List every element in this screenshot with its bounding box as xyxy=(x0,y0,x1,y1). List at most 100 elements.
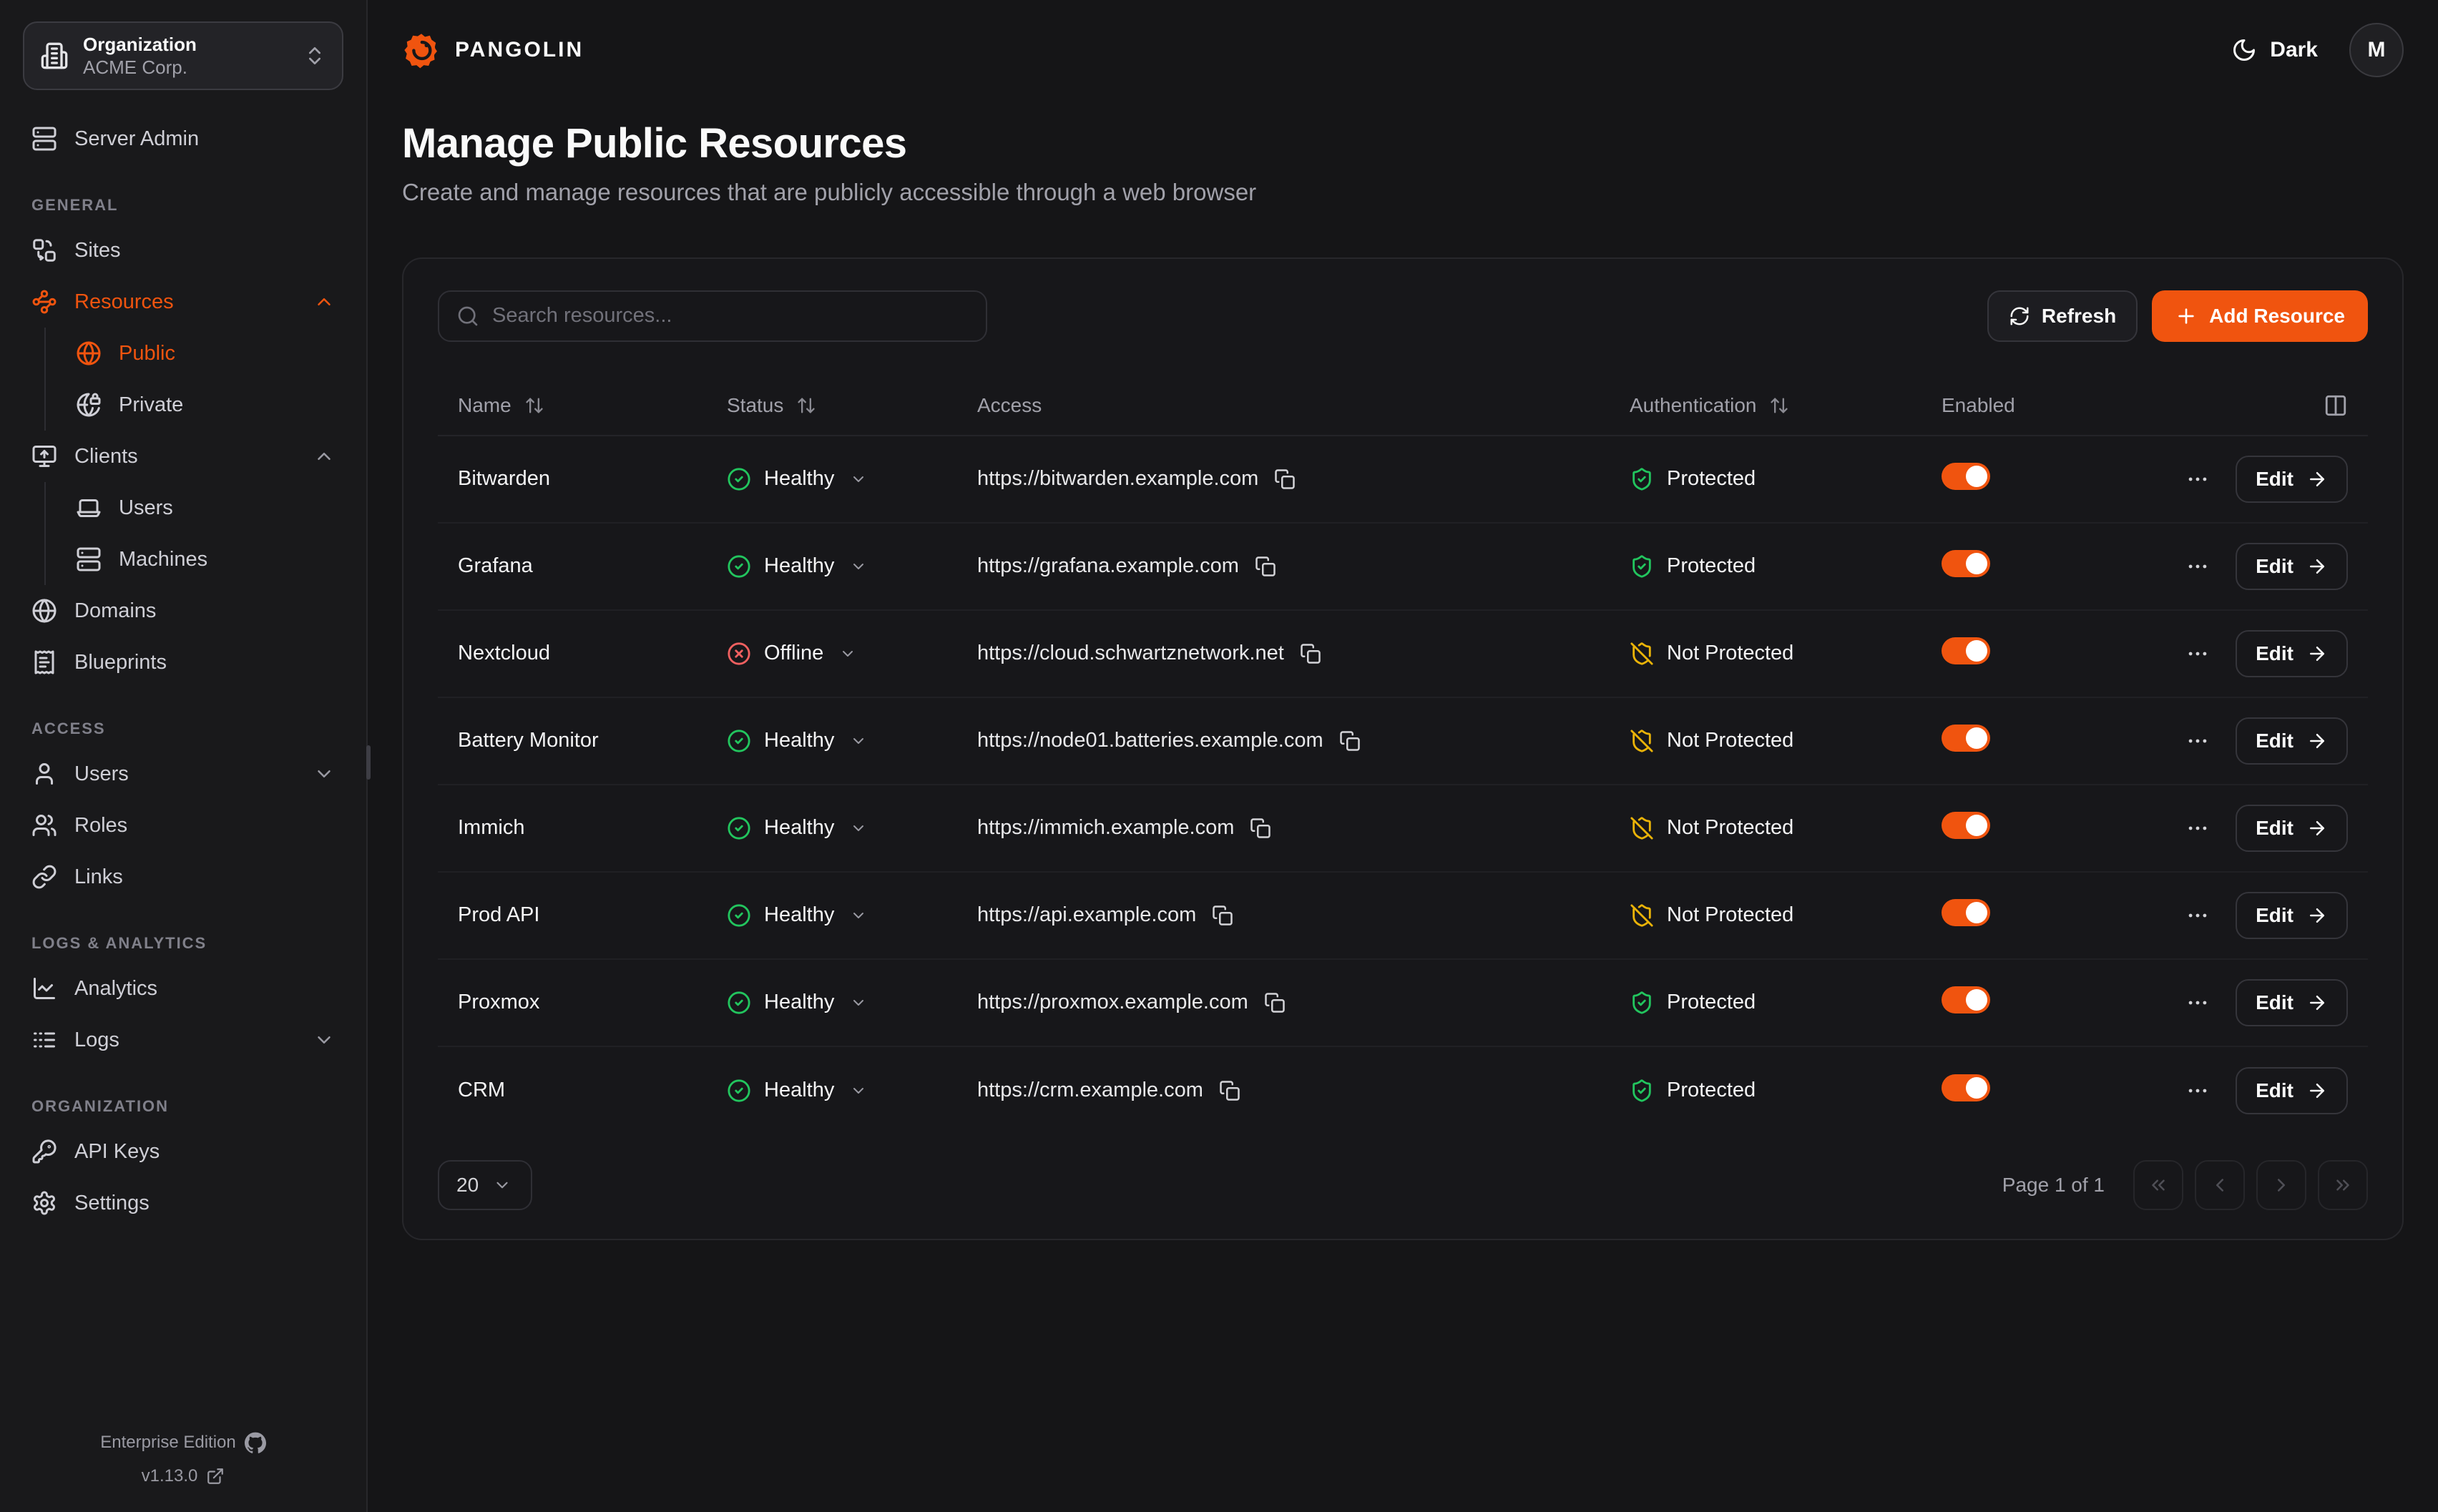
enabled-toggle[interactable] xyxy=(1942,812,1990,839)
resource-url[interactable]: https://crm.example.com xyxy=(977,1079,1203,1102)
header-status[interactable]: Status xyxy=(727,394,977,417)
table-row: CRM Healthy https://crm.example.com Prot… xyxy=(438,1047,2368,1134)
sidebar-item-logs[interactable]: Logs xyxy=(23,1014,343,1066)
topbar: PANGOLIN Dark M xyxy=(402,0,2404,100)
status-label: Healthy xyxy=(764,729,834,752)
enabled-toggle[interactable] xyxy=(1942,463,1990,490)
copy-url-button[interactable] xyxy=(1255,556,1276,577)
edit-button[interactable]: Edit xyxy=(2236,717,2348,765)
enabled-toggle[interactable] xyxy=(1942,899,1990,926)
globe-lock-icon xyxy=(76,392,102,418)
sidebar-item-analytics[interactable]: Analytics xyxy=(23,963,343,1014)
brand[interactable]: PANGOLIN xyxy=(402,31,584,69)
edit-button[interactable]: Edit xyxy=(2236,892,2348,939)
next-page-button[interactable] xyxy=(2256,1160,2306,1210)
header-authentication[interactable]: Authentication xyxy=(1630,394,1942,417)
sidebar-item-users[interactable]: Users xyxy=(23,748,343,800)
edit-button[interactable]: Edit xyxy=(2236,456,2348,503)
copy-url-button[interactable] xyxy=(1300,643,1321,664)
resource-url[interactable]: https://proxmox.example.com xyxy=(977,991,1248,1014)
sidebar-item-settings[interactable]: Settings xyxy=(23,1177,343,1229)
sidebar-item-domains[interactable]: Domains xyxy=(23,585,343,637)
globe-icon xyxy=(76,340,102,366)
circle-x-icon xyxy=(727,642,751,666)
status-label: Healthy xyxy=(764,991,834,1014)
copy-url-button[interactable] xyxy=(1264,992,1286,1013)
page-size-select[interactable]: 20 xyxy=(438,1160,532,1210)
row-menu-button[interactable] xyxy=(2183,1079,2213,1103)
sidebar-item-machines[interactable]: Machines xyxy=(67,534,343,585)
resource-url[interactable]: https://immich.example.com xyxy=(977,816,1234,840)
enabled-toggle[interactable] xyxy=(1942,1074,1990,1101)
resource-url[interactable]: https://cloud.schwartznetwork.net xyxy=(977,642,1284,665)
edit-button[interactable]: Edit xyxy=(2236,630,2348,677)
row-menu-button[interactable] xyxy=(2183,729,2213,753)
edit-button[interactable]: Edit xyxy=(2236,1067,2348,1114)
edit-button[interactable]: Edit xyxy=(2236,805,2348,852)
status-cell[interactable]: Healthy xyxy=(727,816,977,840)
search-input[interactable] xyxy=(492,304,969,328)
edit-button[interactable]: Edit xyxy=(2236,979,2348,1026)
columns-icon[interactable] xyxy=(2324,393,2348,418)
enabled-toggle[interactable] xyxy=(1942,637,1990,664)
row-menu-button[interactable] xyxy=(2183,816,2213,840)
status-cell[interactable]: Healthy xyxy=(727,467,977,491)
sidebar-item-sites[interactable]: Sites xyxy=(23,225,343,276)
theme-label: Dark xyxy=(2270,38,2318,62)
sidebar-item-public[interactable]: Public xyxy=(67,328,343,379)
resource-url[interactable]: https://node01.batteries.example.com xyxy=(977,729,1323,752)
row-menu-button[interactable] xyxy=(2183,554,2213,579)
header-name[interactable]: Name xyxy=(458,394,727,417)
copy-url-button[interactable] xyxy=(1219,1080,1240,1101)
sidebar-item-api-keys[interactable]: API Keys xyxy=(23,1126,343,1177)
copy-url-button[interactable] xyxy=(1250,818,1271,839)
theme-toggle-button[interactable]: Dark xyxy=(2231,37,2318,63)
row-menu-button[interactable] xyxy=(2183,467,2213,491)
sidebar-item-resources[interactable]: Resources xyxy=(23,276,343,328)
row-menu-button[interactable] xyxy=(2183,991,2213,1015)
org-selector[interactable]: Organization ACME Corp. xyxy=(23,21,343,90)
status-label: Healthy xyxy=(764,903,834,927)
table-header-row: Name Status Access Authentication xyxy=(438,376,2368,436)
sidebar-scrollbar-thumb[interactable] xyxy=(366,745,371,780)
status-cell[interactable]: Healthy xyxy=(727,903,977,928)
sidebar-item-clients-users[interactable]: Users xyxy=(67,482,343,534)
resource-name: Battery Monitor xyxy=(458,729,727,752)
resource-url[interactable]: https://grafana.example.com xyxy=(977,554,1239,578)
chevron-down-icon xyxy=(850,820,867,837)
previous-page-button[interactable] xyxy=(2195,1160,2245,1210)
last-page-button[interactable] xyxy=(2318,1160,2368,1210)
sidebar-item-blueprints[interactable]: Blueprints xyxy=(23,637,343,688)
refresh-button[interactable]: Refresh xyxy=(1987,290,2138,342)
sidebar-item-roles[interactable]: Roles xyxy=(23,800,343,851)
enabled-toggle[interactable] xyxy=(1942,725,1990,752)
sidebar-item-server-admin[interactable]: Server Admin xyxy=(23,113,343,165)
sidebar-item-private[interactable]: Private xyxy=(67,379,343,431)
row-menu-button[interactable] xyxy=(2183,903,2213,928)
status-cell[interactable]: Healthy xyxy=(727,1079,977,1103)
resource-url[interactable]: https://api.example.com xyxy=(977,903,1196,927)
status-cell[interactable]: Healthy xyxy=(727,554,977,579)
first-page-button[interactable] xyxy=(2133,1160,2183,1210)
enabled-toggle[interactable] xyxy=(1942,986,1990,1013)
copy-url-button[interactable] xyxy=(1339,730,1361,752)
external-link-icon[interactable] xyxy=(206,1467,225,1486)
status-cell[interactable]: Offline xyxy=(727,642,977,666)
resource-url[interactable]: https://bitwarden.example.com xyxy=(977,467,1258,491)
section-label-logs-analytics: LOGS & ANALYTICS xyxy=(31,934,343,953)
chevron-down-icon xyxy=(850,558,867,575)
enabled-toggle[interactable] xyxy=(1942,550,1990,577)
github-icon[interactable] xyxy=(245,1432,266,1453)
edit-button[interactable]: Edit xyxy=(2236,543,2348,590)
copy-url-button[interactable] xyxy=(1274,468,1296,490)
copy-url-button[interactable] xyxy=(1212,905,1233,926)
row-menu-button[interactable] xyxy=(2183,642,2213,666)
add-resource-button[interactable]: Add Resource xyxy=(2152,290,2368,342)
chevron-down-icon xyxy=(313,1029,335,1051)
sidebar-item-clients[interactable]: Clients xyxy=(23,431,343,482)
status-cell[interactable]: Healthy xyxy=(727,729,977,753)
avatar[interactable]: M xyxy=(2349,23,2404,77)
sidebar-item-links[interactable]: Links xyxy=(23,851,343,903)
status-cell[interactable]: Healthy xyxy=(727,991,977,1015)
sort-icon xyxy=(796,396,816,416)
